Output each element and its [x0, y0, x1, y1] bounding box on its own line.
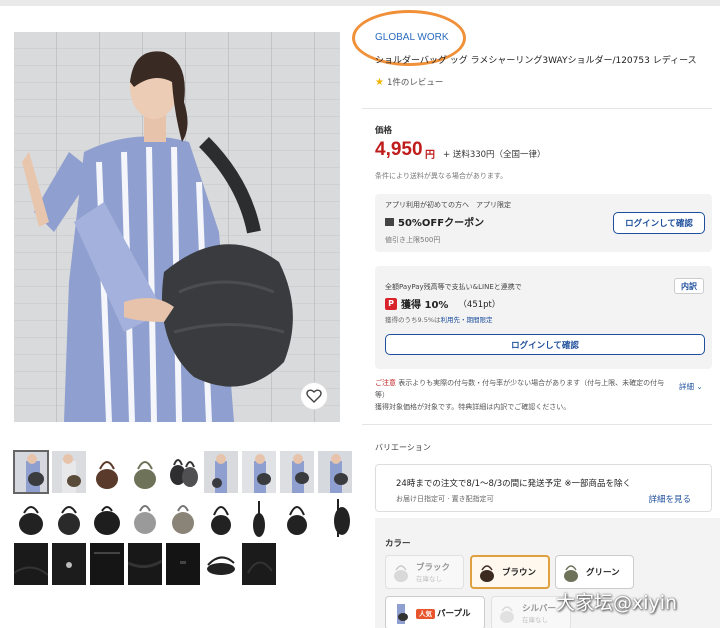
color-name-silver: シルバー [522, 604, 557, 614]
price-currency: 円 [425, 150, 435, 161]
notice-line2: 獲得対象価格が対象です。特典詳細は内訳でご確認ください。 [375, 403, 571, 411]
thumbnail-13[interactable] [128, 497, 162, 539]
silver-bag-thumbnail [500, 606, 514, 623]
thumbnail-11[interactable] [52, 497, 86, 539]
price-amount: 4,950 [375, 139, 423, 160]
watermark: 大家坛@xiyin [556, 592, 678, 614]
thumbnail-3[interactable] [90, 451, 124, 493]
thumbnail-21[interactable] [90, 543, 124, 585]
green-bag-thumbnail [564, 565, 578, 582]
shipping-condition-note: 条件により送料が異なる場合があります。 [375, 172, 508, 180]
color-name-purple: パープル [437, 609, 471, 619]
shipping-fee: + 送料330円（全国一律） [443, 150, 546, 160]
thumbnail-23[interactable] [166, 543, 200, 585]
main-product-image[interactable] [14, 32, 340, 422]
brown-bag-thumbnail [480, 565, 494, 582]
notice-warning: ご注意 [375, 379, 396, 387]
breakdown-button[interactable]: 内訳 [674, 278, 704, 294]
shipping-schedule: 24時までの注文で8/1〜8/3の間に発送予定 ※一部商品を除く [396, 479, 632, 489]
points-sub-prefix: 獲得のうち9.5%は [385, 316, 441, 324]
popular-badge: 人気 [416, 609, 435, 619]
coupon-title-text: 50%OFFクーポン [398, 218, 485, 229]
product-title: ショルダーバッグ ッグ ラメシャーリング3WAYショルダー/120753 レディ… [375, 56, 697, 66]
divider [362, 108, 712, 109]
thumbnail-18[interactable] [318, 497, 352, 539]
thumbnail-9[interactable] [318, 451, 352, 493]
color-name-brown: ブラウン [502, 568, 537, 578]
coupon-card: アプリ利用が初めての方へ アプリ限定 50%OFFクーポン 値引き上限500円 … [375, 194, 712, 252]
points-usage-link[interactable]: 利用先・期間限定 [441, 316, 493, 324]
thumbnail-2[interactable] [52, 451, 86, 493]
thumbnail-20[interactable] [52, 543, 86, 585]
color-option-green[interactable]: グリーン [555, 555, 634, 589]
color-status-black: 在庫なし [416, 575, 442, 583]
purple-bag-thumbnail [397, 604, 408, 624]
coupon-title: 50%OFFクーポン [385, 214, 484, 229]
thumbnail-7[interactable] [242, 451, 276, 493]
color-status-silver: 在庫なし [522, 616, 548, 624]
coupon-header: アプリ利用が初めての方へ アプリ限定 [385, 201, 511, 209]
coupon-limit: 値引き上限500円 [385, 236, 441, 244]
model-with-bag-illustration [22, 51, 293, 422]
thumbnail-14[interactable] [166, 497, 200, 539]
notice-text: 表示よりも実際の付与数・付与率が少ない場合があります（付与上限、未確定の付与等） [375, 379, 665, 399]
color-name-black: ブラック [416, 563, 451, 573]
shipping-options: お届け日指定可 · 置き配指定可 [396, 495, 494, 503]
favorite-button[interactable] [300, 382, 328, 410]
thumbnail-6[interactable] [204, 451, 238, 493]
thumbnail-17[interactable] [280, 497, 314, 539]
chevron-down-icon: ⌄ [696, 382, 703, 391]
review-summary[interactable]: ★ 1件のレビュー [375, 76, 443, 89]
thumbnail-4[interactable] [128, 451, 162, 493]
thumbnail-19[interactable] [14, 543, 48, 585]
thumbnail-10[interactable] [14, 497, 48, 539]
paypay-icon: P [385, 297, 397, 310]
thumbnail-15[interactable] [204, 497, 238, 539]
thumbnail-24[interactable] [204, 543, 238, 585]
review-count-link[interactable]: 1件のレビュー [387, 76, 443, 88]
color-option-purple[interactable]: 人気 パープル [385, 596, 485, 628]
heart-icon [306, 389, 322, 403]
divider [362, 424, 712, 425]
color-option-black[interactable]: ブラック 在庫なし [385, 555, 464, 589]
points-notice: ご注意 表示よりも実際の付与数・付与率が少ない場合があります（付与上限、未確定の… [375, 377, 675, 413]
thumbnail-25[interactable] [242, 543, 276, 585]
price-label: 価格 [375, 126, 393, 136]
points-label: 獲得 10% [401, 300, 449, 311]
top-bar [0, 0, 720, 6]
thumbnail-5[interactable] [166, 451, 200, 493]
points-card: 全額PayPay残高等で支払い&LINEと連携で 内訳 P 獲得 10% （45… [375, 266, 712, 369]
variation-label: バリエーション [375, 443, 431, 452]
points-header: 全額PayPay残高等で支払い&LINEと連携で [385, 283, 522, 291]
thumbnail-16[interactable] [242, 497, 276, 539]
coupon-login-button[interactable]: ログインして確認 [613, 212, 705, 234]
shipping-info-box: 24時までの注文で8/1〜8/3の間に発送予定 ※一部商品を除く お届け日指定可… [375, 464, 712, 512]
star-icon: ★ [375, 76, 384, 88]
points-sub: 獲得のうち9.5%は利用先・期間限定 [385, 314, 493, 324]
color-label: カラー [385, 539, 411, 549]
color-name-green: グリーン [586, 568, 620, 578]
thumbnail-12[interactable] [90, 497, 124, 539]
thumbnail-22[interactable] [128, 543, 162, 585]
color-option-brown[interactable]: ブラウン [470, 555, 550, 589]
black-bag-thumbnail [394, 565, 408, 582]
points-login-button[interactable]: ログインして確認 [385, 334, 705, 355]
points-earned: P 獲得 10% （451pt） [385, 296, 500, 311]
shipping-detail-link[interactable]: 詳細を見る [648, 493, 691, 505]
points-value: （451pt） [458, 299, 501, 310]
notice-detail-text[interactable]: 詳細 [679, 382, 694, 391]
coupon-icon [385, 217, 394, 226]
thumbnail-8[interactable] [280, 451, 314, 493]
thumbnail-1[interactable] [13, 450, 49, 494]
notice-detail-link[interactable]: 詳細 ⌄ [679, 381, 703, 392]
